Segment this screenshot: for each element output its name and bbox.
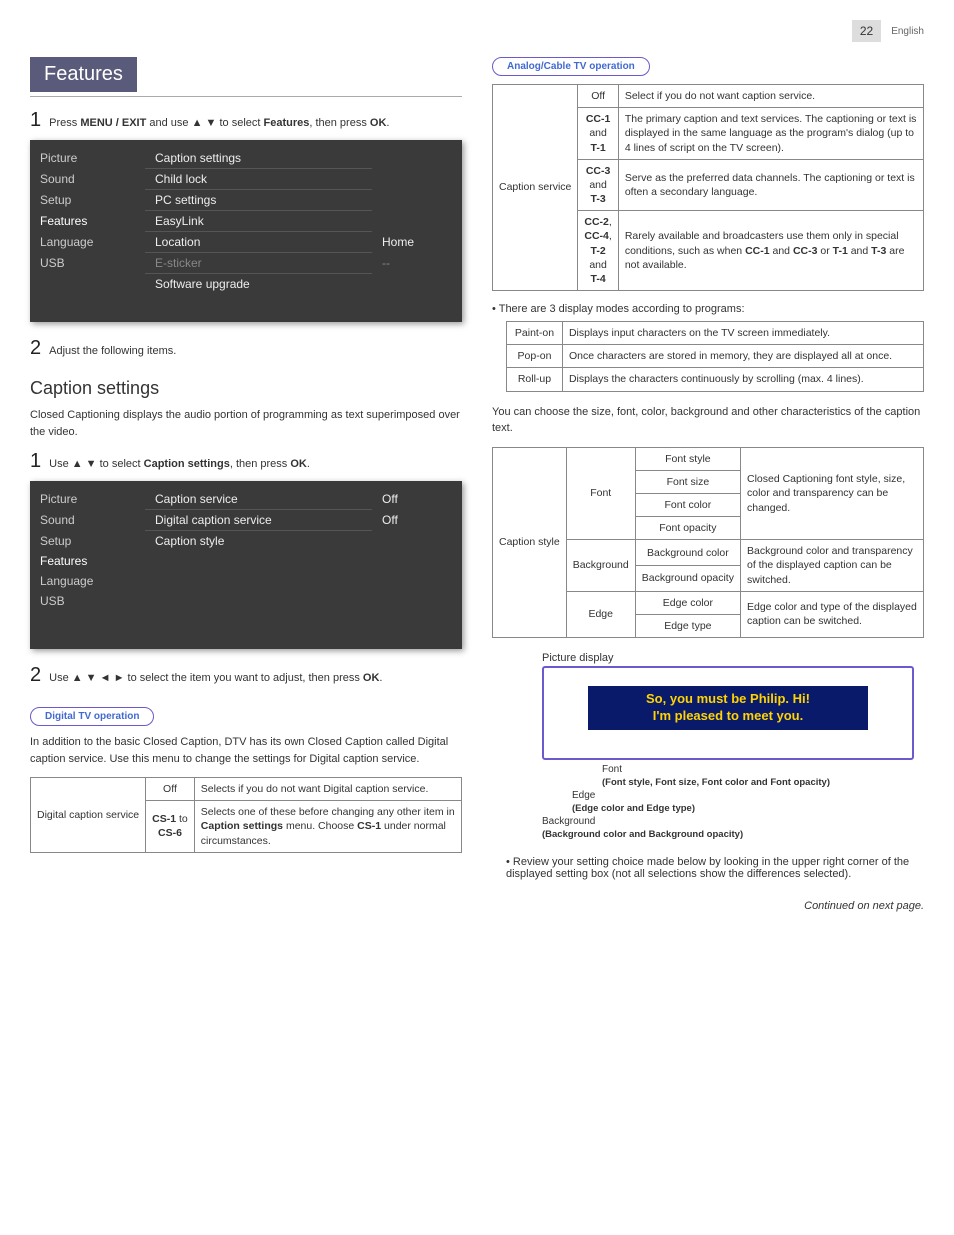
- analog-op-pill: Analog/Cable TV operation: [492, 57, 650, 76]
- page-number: 22: [852, 20, 881, 42]
- step-number: 1: [30, 450, 41, 473]
- step-text: Press MENU / EXIT and use ▲ ▼ to select …: [49, 116, 389, 131]
- step-number: 2: [30, 337, 41, 360]
- features-menu: PictureCaption settings SoundChild lock …: [30, 140, 462, 322]
- step-text: Use ▲ ▼ to select Caption settings, then…: [49, 457, 310, 472]
- digital-op-intro: In addition to the basic Closed Caption,…: [30, 734, 462, 767]
- step-number: 1: [30, 109, 41, 132]
- review-note: • Review your setting choice made below …: [506, 856, 924, 880]
- caption-menu: PictureCaption serviceOff SoundDigital c…: [30, 481, 462, 649]
- caption-settings-heading: Caption settings: [30, 378, 462, 399]
- display-modes-table: Paint-onDisplays input characters on the…: [506, 321, 924, 392]
- caption-style-table: Caption style Font Font style Closed Cap…: [492, 447, 924, 639]
- features-heading: Features: [30, 57, 137, 92]
- digital-op-pill: Digital TV operation: [30, 707, 154, 726]
- caption-intro: Closed Captioning displays the audio por…: [30, 407, 462, 440]
- modes-intro: • There are 3 display modes according to…: [492, 303, 924, 315]
- caption-service-table: Caption service Off Select if you do not…: [492, 84, 924, 291]
- step-number: 2: [30, 664, 41, 687]
- style-intro: You can choose the size, font, color, ba…: [492, 404, 924, 437]
- digital-caption-table: Digital caption service Off Selects if y…: [30, 777, 462, 853]
- continued-note: Continued on next page.: [492, 900, 924, 912]
- language-label: English: [891, 26, 924, 37]
- step-text: Use ▲ ▼ ◄ ► to select the item you want …: [49, 671, 382, 686]
- step-text: Adjust the following items.: [49, 344, 176, 359]
- caption-diagram: Picture display So, you must be Philip. …: [492, 652, 924, 840]
